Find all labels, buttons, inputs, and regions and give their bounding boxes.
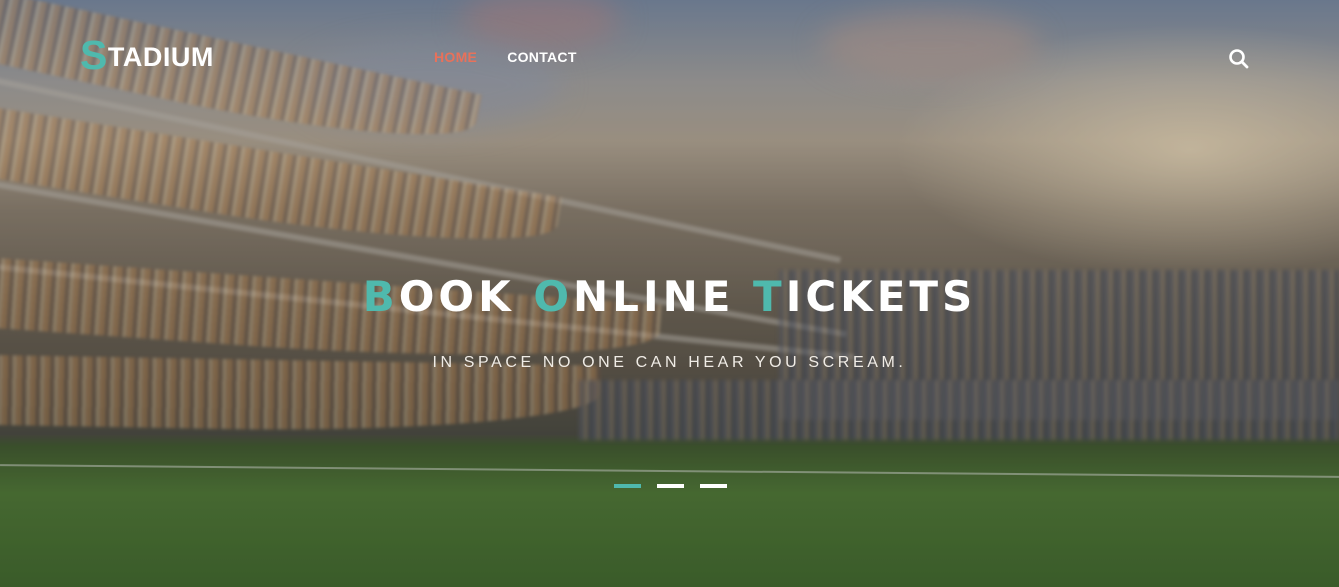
nav-contact[interactable]: CONTACT (507, 49, 577, 65)
navbar: STADIUM HOME CONTACT (0, 0, 1339, 110)
slide-indicator-2[interactable] (657, 484, 684, 488)
logo-initial: S (80, 32, 108, 78)
headline-word: BOOK (362, 272, 515, 321)
hero-subtitle: IN SPACE NO ONE CAN HEAR YOU SCREAM. (432, 354, 907, 371)
search-icon[interactable] (1227, 47, 1251, 71)
site-logo[interactable]: STADIUM (80, 32, 214, 79)
slider-indicators (614, 484, 727, 488)
slide-indicator-3[interactable] (700, 484, 727, 488)
nav-home[interactable]: HOME (434, 49, 477, 65)
hero-headline: BOOK ONLINE TICKETS (0, 272, 1339, 321)
headline-word: ONLINE (533, 272, 735, 321)
hero-banner: STADIUM HOME CONTACT BOOK ONLINE TICKETS… (0, 0, 1339, 587)
headline-word: TICKETS (753, 272, 977, 321)
slide-indicator-1[interactable] (614, 484, 641, 488)
main-nav: HOME CONTACT (434, 49, 577, 65)
logo-text: TADIUM (107, 42, 214, 72)
